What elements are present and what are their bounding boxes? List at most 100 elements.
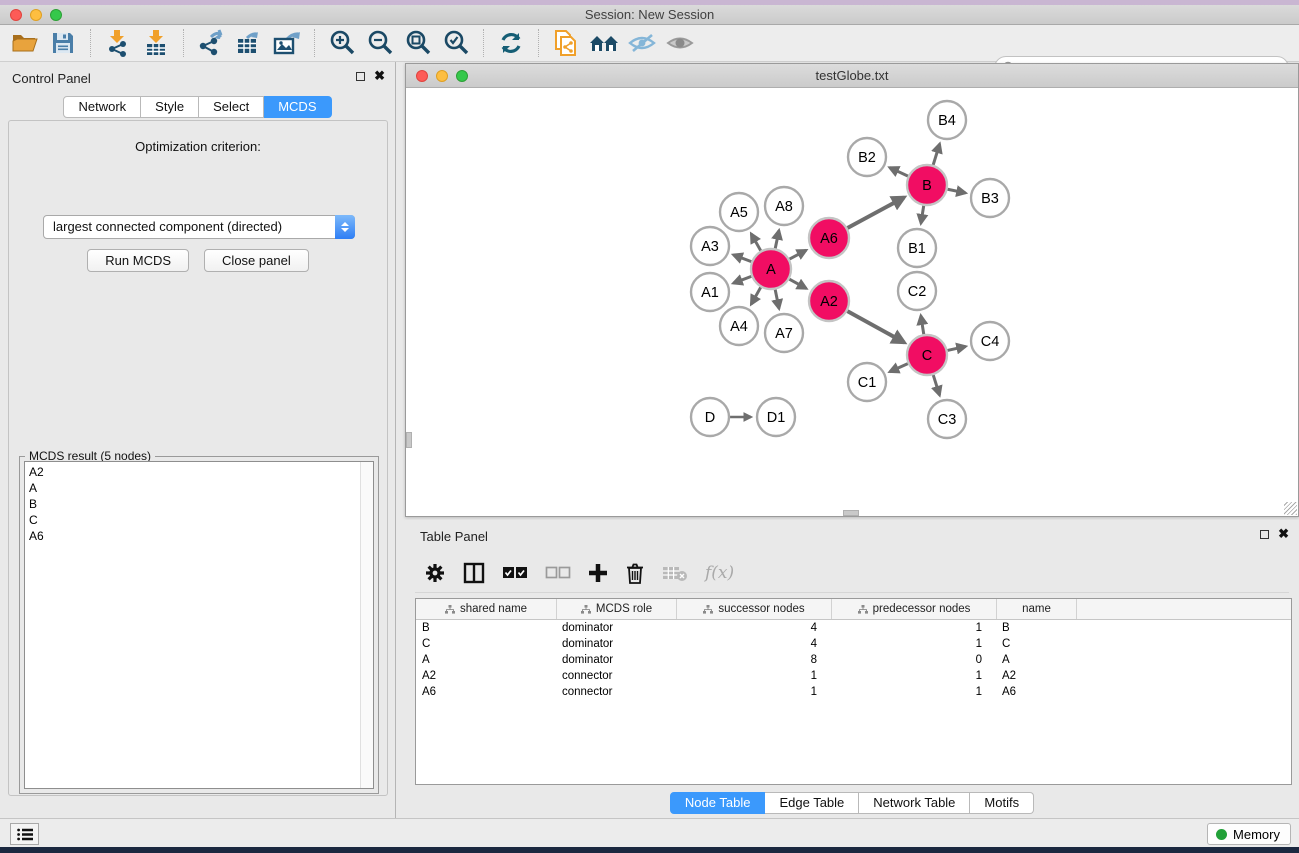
graph-node-A4[interactable]: A4 [720, 307, 758, 345]
column-header-predecessor-nodes[interactable]: predecessor nodes [831, 599, 996, 619]
tab-style[interactable]: Style [141, 96, 199, 118]
table-row[interactable]: Adominator80A [416, 652, 1291, 668]
hide-graphics-details-button[interactable] [625, 27, 659, 59]
graph-edge-C-C1[interactable] [890, 364, 908, 372]
table-row[interactable]: Cdominator41C [416, 636, 1291, 652]
graph-node-A2[interactable]: A2 [809, 281, 849, 321]
export-image-button[interactable] [270, 27, 304, 59]
network-window-titlebar[interactable]: testGlobe.txt [406, 64, 1298, 88]
graph-edge-B-B1[interactable] [921, 206, 924, 224]
minimize-window-button[interactable] [30, 9, 42, 21]
graph-edge-B-B3[interactable] [948, 189, 966, 193]
graph-edge-A6-B[interactable] [847, 197, 904, 228]
network-close-button[interactable] [416, 70, 428, 82]
column-header-name[interactable]: name [996, 599, 1076, 619]
mcds-result-list[interactable]: A2ABCA6 [24, 461, 374, 789]
network-minimize-button[interactable] [436, 70, 448, 82]
graph-edge-B-B2[interactable] [890, 168, 908, 177]
tab-edge-table[interactable]: Edge Table [765, 792, 859, 814]
tab-motifs[interactable]: Motifs [970, 792, 1034, 814]
graph-node-A[interactable]: A [751, 249, 791, 289]
table-settings-button[interactable] [424, 562, 446, 584]
tab-network-table[interactable]: Network Table [859, 792, 970, 814]
graph-node-A7[interactable]: A7 [765, 314, 803, 352]
optimization-criterion-select[interactable]: largest connected component (directed) [43, 215, 355, 239]
select-all-button[interactable] [502, 566, 528, 580]
refresh-layout-button[interactable] [494, 27, 528, 59]
delete-column-button[interactable] [625, 562, 645, 584]
graph-edge-A-A1[interactable] [733, 276, 751, 283]
zoom-window-button[interactable] [50, 9, 62, 21]
save-session-button[interactable] [46, 27, 80, 59]
zoom-selected-button[interactable] [439, 27, 473, 59]
float-table-panel-icon[interactable] [1260, 530, 1269, 539]
import-network-button[interactable] [101, 27, 135, 59]
graph-node-A3[interactable]: A3 [691, 227, 729, 265]
table-row[interactable]: Bdominator41B [416, 620, 1291, 636]
table-row[interactable]: A6connector11A6 [416, 684, 1291, 700]
graph-edge-A-A6[interactable] [790, 250, 807, 259]
tab-node-table[interactable]: Node Table [670, 792, 766, 814]
zoom-fit-button[interactable] [401, 27, 435, 59]
float-panel-icon[interactable] [356, 72, 365, 81]
graph-node-A8[interactable]: A8 [765, 187, 803, 225]
graph-edge-A-A2[interactable] [789, 279, 806, 288]
close-window-button[interactable] [10, 9, 22, 21]
graph-edge-C-C2[interactable] [921, 316, 924, 335]
close-panel-button[interactable]: Close panel [204, 249, 309, 272]
graph-edge-C-C4[interactable] [947, 346, 965, 350]
tab-mcds[interactable]: MCDS [264, 96, 331, 118]
graph-node-D1[interactable]: D1 [757, 398, 795, 436]
column-header-shared-name[interactable]: shared name [416, 599, 556, 619]
graph-edge-A-A4[interactable] [751, 287, 760, 304]
graph-node-C3[interactable]: C3 [928, 400, 966, 438]
vertical-scroll-indicator[interactable] [843, 510, 859, 516]
graph-node-C2[interactable]: C2 [898, 272, 936, 310]
tab-network[interactable]: Network [63, 96, 141, 118]
graph-edge-A-A7[interactable] [775, 290, 779, 309]
graph-node-B[interactable]: B [907, 165, 947, 205]
task-history-button[interactable] [10, 823, 39, 845]
resize-grip[interactable] [1284, 502, 1297, 515]
export-table-button[interactable] [232, 27, 266, 59]
export-network-button[interactable] [194, 27, 228, 59]
show-graphics-details-button[interactable] [663, 27, 697, 59]
function-builder-button[interactable]: f(x) [705, 563, 734, 583]
graph-node-B4[interactable]: B4 [928, 101, 966, 139]
graph-node-B3[interactable]: B3 [971, 179, 1009, 217]
column-header-mcds-role[interactable]: MCDS role [556, 599, 676, 619]
network-canvas[interactable]: B4 B2 B B3 B1 A5A8 A3 A6 A A1A4A7A2 C2 C C4 C1 C3 D D1 [406, 88, 1298, 516]
result-list-scrollbar[interactable] [360, 462, 373, 788]
graph-node-A1[interactable]: A1 [691, 273, 729, 311]
graph-edge-A-A3[interactable] [733, 255, 751, 262]
graph-edge-A2-C[interactable] [847, 311, 904, 342]
graph-node-C[interactable]: C [907, 335, 947, 375]
memory-button[interactable]: Memory [1207, 823, 1291, 845]
graph-node-A5[interactable]: A5 [720, 193, 758, 231]
column-layout-button[interactable] [463, 562, 485, 584]
column-header-successor-nodes[interactable]: successor nodes [676, 599, 831, 619]
delete-table-button[interactable] [662, 564, 688, 582]
graph-node-B1[interactable]: B1 [898, 229, 936, 267]
graph-node-B2[interactable]: B2 [848, 138, 886, 176]
zoom-in-button[interactable] [325, 27, 359, 59]
home-view-button[interactable] [587, 27, 621, 59]
graph-edge-C-C3[interactable] [933, 375, 939, 395]
close-table-panel-icon[interactable]: ✖ [1278, 528, 1289, 540]
table-row[interactable]: A2connector11A2 [416, 668, 1291, 684]
horizontal-scroll-indicator[interactable] [406, 432, 412, 448]
zoom-out-button[interactable] [363, 27, 397, 59]
graph-edge-A-A8[interactable] [775, 230, 779, 248]
close-panel-icon[interactable]: ✖ [374, 70, 385, 82]
graph-edge-B-B4[interactable] [933, 144, 939, 165]
open-session-button[interactable] [8, 27, 42, 59]
graph-node-C4[interactable]: C4 [971, 322, 1009, 360]
graph-node-D[interactable]: D [691, 398, 729, 436]
add-column-button[interactable] [588, 563, 608, 583]
graph-node-C1[interactable]: C1 [848, 363, 886, 401]
run-mcds-button[interactable]: Run MCDS [87, 249, 189, 272]
deselect-all-button[interactable] [545, 566, 571, 580]
tab-select[interactable]: Select [199, 96, 264, 118]
graph-node-A6[interactable]: A6 [809, 218, 849, 258]
network-zoom-button[interactable] [456, 70, 468, 82]
